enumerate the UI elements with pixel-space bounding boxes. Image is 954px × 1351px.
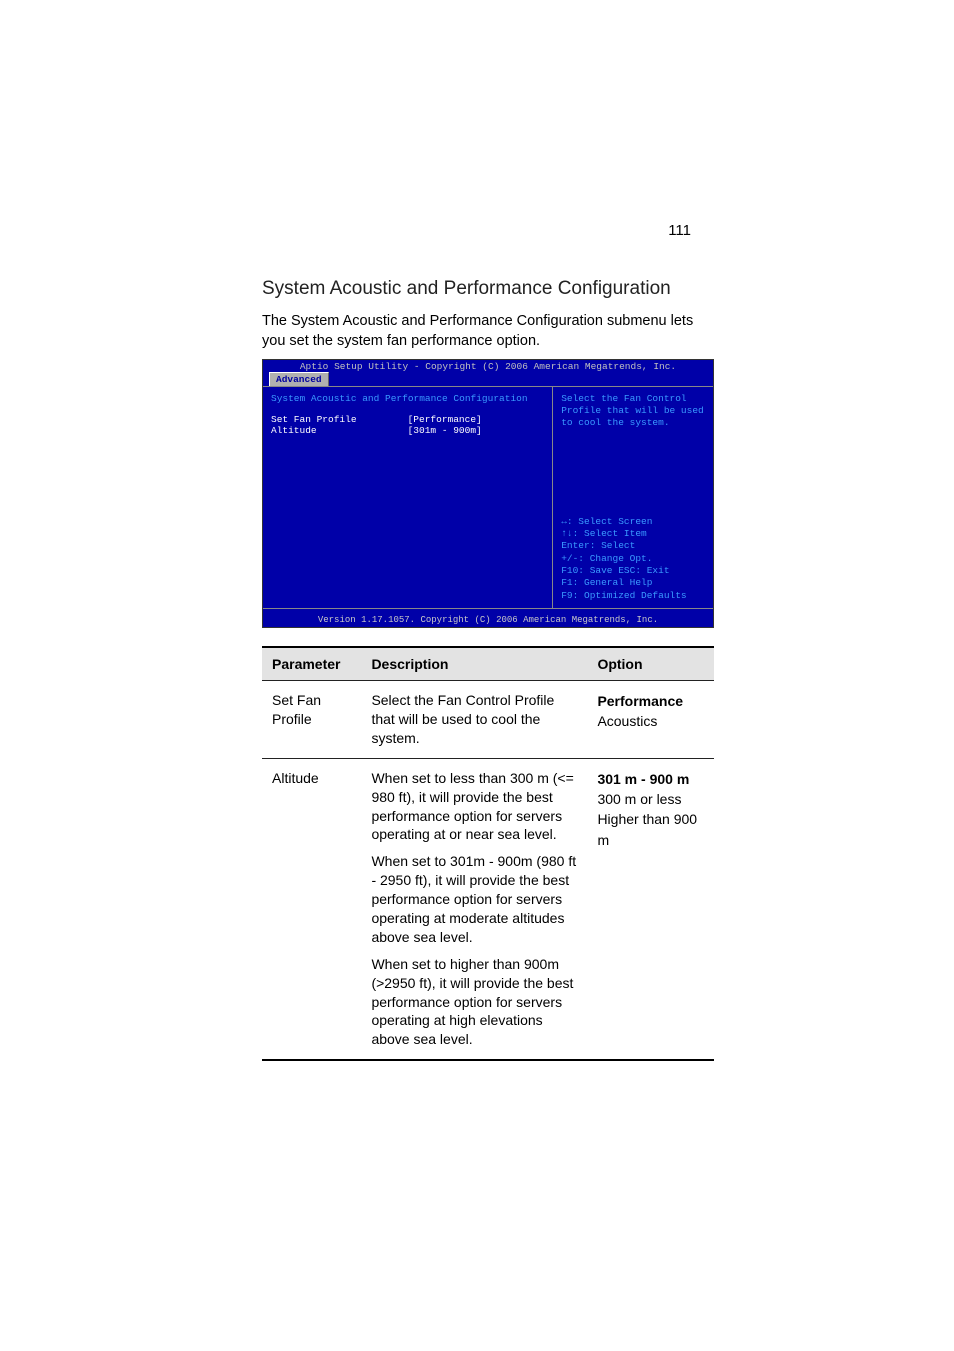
bios-footer: Version 1.17.1057. Copyright (C) 2006 Am… xyxy=(263,615,713,625)
description-paragraph: When set to higher than 900m (>2950 ft),… xyxy=(371,955,577,1049)
bios-row-value: [Performance] xyxy=(408,414,545,425)
section-heading: System Acoustic and Performance Configur… xyxy=(262,278,714,300)
bios-key-line: F1: General Help xyxy=(561,577,705,589)
option-value: Higher than 900 m xyxy=(597,809,704,850)
cell-parameter: Altitude xyxy=(262,758,361,1060)
bios-key-line: F9: Optimized Defaults xyxy=(561,590,705,602)
header-description: Description xyxy=(361,647,587,681)
parameter-table: Parameter Description Option Set Fan Pro… xyxy=(262,646,714,1061)
bios-key-line: ↔: Select Screen xyxy=(561,516,705,528)
bios-subtitle: System Acoustic and Performance Configur… xyxy=(271,393,544,404)
bios-left-pane: System Acoustic and Performance Configur… xyxy=(263,387,553,608)
bios-tab-advanced: Advanced xyxy=(269,372,329,386)
description-paragraph: When set to less than 300 m (<= 980 ft),… xyxy=(371,769,577,845)
bios-key-line: ↑↓: Select Item xyxy=(561,528,705,540)
intro-paragraph: The System Acoustic and Performance Conf… xyxy=(262,312,714,351)
bios-row-altitude: Altitude [301m - 900m] xyxy=(271,425,544,436)
description-paragraph: Select the Fan Control Profile that will… xyxy=(371,691,577,748)
bios-row-value: [301m - 900m] xyxy=(408,425,545,436)
bios-row-fan-profile: Set Fan Profile [Performance] xyxy=(271,414,544,425)
header-parameter: Parameter xyxy=(262,647,361,681)
bios-key-line: +/-: Change Opt. xyxy=(561,553,705,565)
bios-body: System Acoustic and Performance Configur… xyxy=(263,386,713,609)
description-paragraph: When set to 301m - 900m (980 ft - 2950 f… xyxy=(371,852,577,946)
bios-title: Aptio Setup Utility - Copyright (C) 2006… xyxy=(263,360,713,372)
header-option: Option xyxy=(587,647,714,681)
table-row: Altitude When set to less than 300 m (<=… xyxy=(262,758,714,1060)
bios-help-text: Select the Fan Control Profile that will… xyxy=(561,393,705,429)
bios-row-label: Altitude xyxy=(271,425,408,436)
option-default: Performance xyxy=(597,691,704,711)
table-row: Set Fan Profile Select the Fan Control P… xyxy=(262,681,714,759)
bios-right-pane: Select the Fan Control Profile that will… xyxy=(553,387,713,608)
option-value: Acoustics xyxy=(597,711,704,731)
main-content: System Acoustic and Performance Configur… xyxy=(262,278,714,1061)
cell-option: 301 m - 900 m 300 m or less Higher than … xyxy=(587,758,714,1060)
page-number: 111 xyxy=(668,222,691,239)
table-header-row: Parameter Description Option xyxy=(262,647,714,681)
bios-key-line: Enter: Select xyxy=(561,540,705,552)
cell-parameter: Set Fan Profile xyxy=(262,681,361,759)
bios-key-line: F10: Save ESC: Exit xyxy=(561,565,705,577)
cell-option: Performance Acoustics xyxy=(587,681,714,759)
cell-description: When set to less than 300 m (<= 980 ft),… xyxy=(361,758,587,1060)
bios-screenshot: Aptio Setup Utility - Copyright (C) 2006… xyxy=(262,359,714,628)
bios-row-label: Set Fan Profile xyxy=(271,414,408,425)
option-default: 301 m - 900 m xyxy=(597,769,704,789)
option-value: 300 m or less xyxy=(597,789,704,809)
bios-key-hints: ↔: Select Screen ↑↓: Select Item Enter: … xyxy=(561,516,705,602)
cell-description: Select the Fan Control Profile that will… xyxy=(361,681,587,759)
